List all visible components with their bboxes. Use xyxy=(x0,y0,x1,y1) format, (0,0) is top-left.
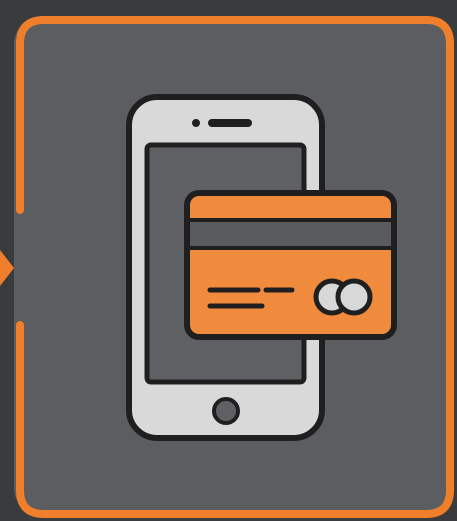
mobile-payment-illustration xyxy=(0,16,454,518)
contactless-chip-icon xyxy=(313,278,373,316)
frame-notch-arrow xyxy=(0,250,14,286)
payment-illustration-canvas xyxy=(0,0,457,521)
credit-card-icon xyxy=(184,190,397,340)
